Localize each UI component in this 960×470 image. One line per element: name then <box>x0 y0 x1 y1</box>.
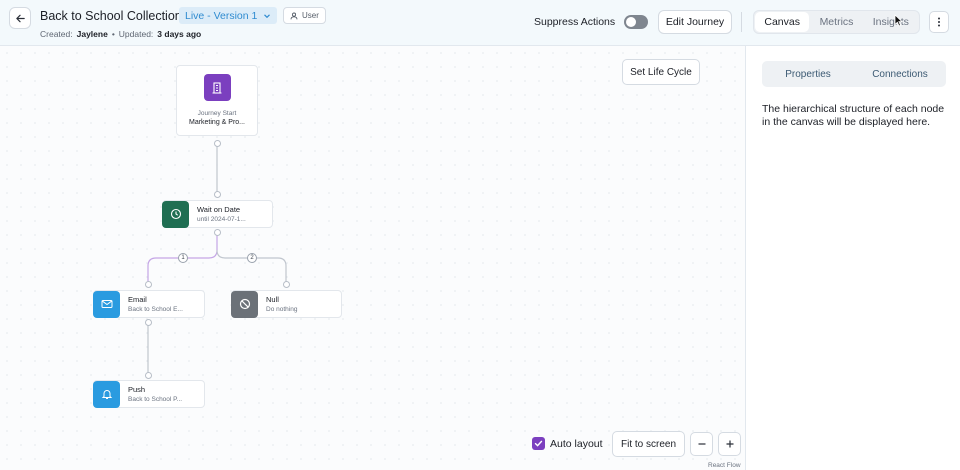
suppress-actions-label: Suppress Actions <box>534 16 616 28</box>
start-node-subtitle: Marketing & Pro... <box>188 119 246 126</box>
email-node-title: Email <box>128 295 147 304</box>
start-node-title: Journey Start <box>197 110 237 117</box>
node-journey-start[interactable]: Journey Start Marketing & Pro... <box>176 65 258 136</box>
handle-start-out[interactable] <box>214 140 221 147</box>
more-options-button[interactable] <box>929 11 949 33</box>
details-panel: Properties Connections The hierarchical … <box>745 46 960 470</box>
email-node-icon-box <box>93 290 120 318</box>
user-icon <box>290 12 298 19</box>
created-label: Created: <box>40 29 73 39</box>
journey-meta: Created: Jaylene • Updated: 3 days ago <box>40 29 201 39</box>
null-node-title: Null <box>266 295 279 304</box>
created-by: Jaylene <box>76 29 108 39</box>
react-flow-attribution[interactable]: React Flow <box>708 462 741 469</box>
push-node-icon-box <box>93 380 120 408</box>
mouse-cursor-icon <box>894 14 903 27</box>
journey-title: Back to School Collection <box>40 9 182 23</box>
version-dropdown[interactable]: Live - Version 1 <box>179 7 278 24</box>
zoom-out-button[interactable] <box>690 432 713 456</box>
handle-email-in[interactable] <box>145 281 152 288</box>
plus-icon <box>726 440 733 448</box>
panel-tabs: Properties Connections <box>762 61 946 87</box>
fit-to-screen-button[interactable]: Fit to screen <box>612 431 685 457</box>
zoom-in-button[interactable] <box>718 432 741 456</box>
branch-badge-1: 1 <box>178 253 188 263</box>
set-life-cycle-button[interactable]: Set Life Cycle <box>622 59 700 85</box>
checkmark-icon <box>534 440 543 447</box>
handle-push-in[interactable] <box>145 372 152 379</box>
null-node-subtitle: Do nothing <box>266 306 298 313</box>
node-push[interactable]: Push Back to School P... <box>93 380 205 408</box>
tab-metrics[interactable]: Metrics <box>809 12 863 32</box>
updated-label: Updated: <box>118 29 154 39</box>
meta-separator: • <box>111 29 115 39</box>
tab-canvas[interactable]: Canvas <box>755 12 810 32</box>
start-node-icon <box>203 74 231 101</box>
node-email[interactable]: Email Back to School E... <box>93 290 205 318</box>
branch-badge-2: 2 <box>247 253 257 263</box>
blocked-icon <box>239 298 250 310</box>
push-node-title: Push <box>128 385 146 394</box>
back-button[interactable] <box>9 7 31 29</box>
auto-layout-label: Auto layout <box>550 438 603 450</box>
minus-icon <box>698 443 705 445</box>
suppress-actions-toggle[interactable] <box>624 15 648 29</box>
arrow-left-icon <box>15 14 25 22</box>
chevron-down-icon <box>264 13 271 18</box>
node-wait-on-date[interactable]: Wait on Date until 2024-07-1... <box>162 200 273 228</box>
handle-wait-out[interactable] <box>214 229 221 236</box>
kebab-menu-icon <box>938 17 940 27</box>
version-label: Live - Version 1 <box>185 9 258 22</box>
handle-wait-in[interactable] <box>214 191 221 198</box>
bell-icon <box>101 390 112 399</box>
envelope-icon <box>101 300 112 308</box>
node-null[interactable]: Null Do nothing <box>231 290 342 318</box>
auto-layout-checkbox[interactable] <box>532 437 545 450</box>
edit-journey-button[interactable]: Edit Journey <box>658 10 732 34</box>
tab-insights[interactable]: Insights <box>864 12 918 32</box>
building-icon <box>212 81 222 94</box>
header-divider <box>741 12 742 32</box>
updated-value: 3 days ago <box>157 29 202 39</box>
email-node-subtitle: Back to School E... <box>128 306 183 313</box>
tab-properties[interactable]: Properties <box>762 61 854 87</box>
null-node-icon-box <box>231 290 258 318</box>
wait-node-subtitle: until 2024-07-1... <box>197 216 246 223</box>
journey-canvas[interactable]: Journey Start Marketing & Pro... Wait on… <box>0 46 745 470</box>
wait-node-title: Wait on Date <box>197 205 241 214</box>
push-node-subtitle: Back to School P... <box>128 396 183 403</box>
wait-node-icon-box <box>162 200 189 228</box>
handle-email-out[interactable] <box>145 319 152 326</box>
user-tag-label: User <box>302 11 319 20</box>
handle-null-in[interactable] <box>283 281 290 288</box>
user-tag[interactable]: User <box>283 7 326 24</box>
panel-description: The hierarchical structure of each node … <box>762 103 945 128</box>
top-bar: Back to School Collection Live - Version… <box>0 0 960 46</box>
clock-icon <box>170 208 181 220</box>
tab-connections[interactable]: Connections <box>854 61 946 87</box>
